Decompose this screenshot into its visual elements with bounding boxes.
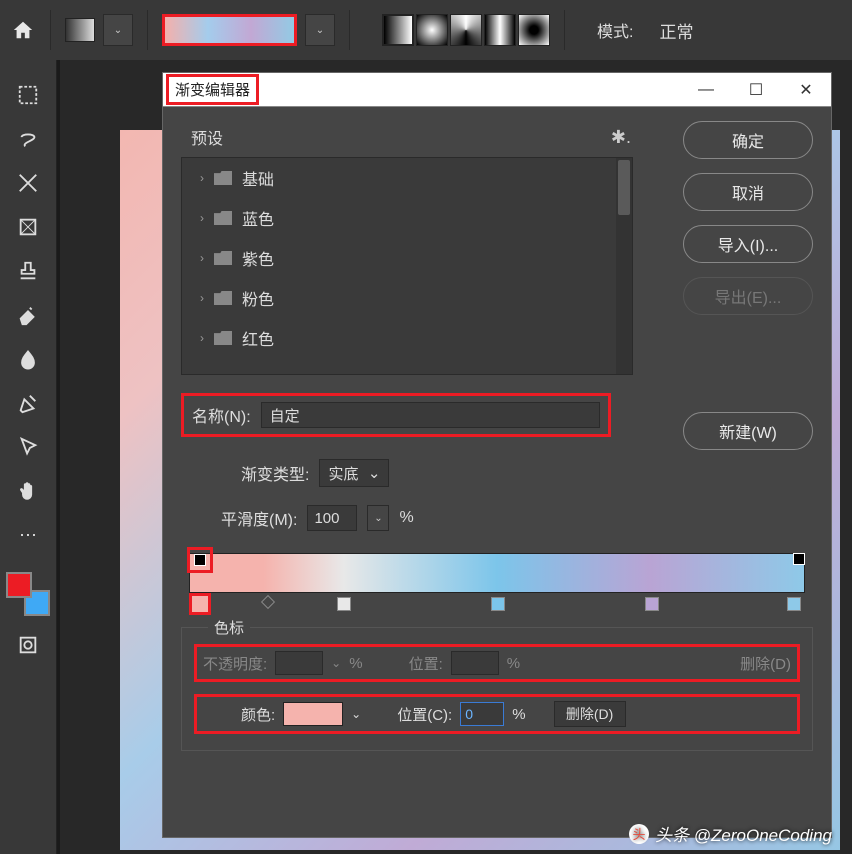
foreground-color-chip[interactable]: [6, 572, 32, 598]
mode-value[interactable]: 正常: [659, 18, 693, 43]
import-button[interactable]: 导入(I)...: [683, 225, 813, 263]
color-stop[interactable]: [787, 597, 801, 611]
watermark-icon: 头: [629, 824, 649, 844]
gradient-type-select[interactable]: 实底⌄: [319, 459, 389, 487]
pen-tool-icon[interactable]: [10, 388, 46, 418]
opacity-label: 不透明度:: [203, 653, 267, 674]
color-chips[interactable]: [6, 572, 50, 616]
folder-icon: [214, 171, 232, 185]
presets-label: 预设: [191, 125, 223, 149]
chevron-right-icon: ›: [200, 251, 204, 265]
chevron-down-icon: ⌄: [368, 464, 381, 482]
opacity-pos-input: [451, 651, 499, 675]
ok-button[interactable]: 确定: [683, 121, 813, 159]
gear-icon[interactable]: ✱.: [611, 127, 631, 148]
color-stop[interactable]: [337, 597, 351, 611]
watermark: 头 头条 @ZeroOneCoding: [629, 821, 832, 846]
opacity-pos-label: 位置:: [409, 653, 443, 674]
color-stop[interactable]: [645, 597, 659, 611]
folder-icon: [214, 251, 232, 265]
swatch-dropdown[interactable]: ⌄: [103, 14, 133, 46]
opacity-stop-row: 不透明度: ⌄ % 位置: % 删除(D): [194, 644, 800, 682]
tools-panel: ⋯: [0, 60, 57, 854]
preset-folder[interactable]: ›粉色: [182, 278, 632, 318]
crop-tool-icon[interactable]: [10, 168, 46, 198]
opacity-stop[interactable]: [187, 547, 213, 573]
color-delete-button[interactable]: 删除(D): [554, 701, 626, 727]
preset-folder[interactable]: ›蓝色: [182, 198, 632, 238]
smoothness-dropdown[interactable]: ⌄: [367, 505, 389, 531]
smoothness-unit: %: [399, 509, 413, 527]
folder-icon: [214, 331, 232, 345]
color-stop-row: 颜色: ⌄ 位置(C): % 删除(D): [194, 694, 800, 734]
gradient-editor-dialog: 渐变编辑器 ― ☐ ✕ 预设 ✱. ›基础 ›蓝色 ›紫色 ›粉色 ›红色 确定…: [162, 72, 832, 838]
home-icon[interactable]: [10, 19, 36, 41]
export-button[interactable]: 导出(E)...: [683, 277, 813, 315]
midpoint-marker[interactable]: [261, 595, 275, 609]
opacity-stop[interactable]: [791, 551, 807, 567]
blur-tool-icon[interactable]: [10, 344, 46, 374]
maximize-button[interactable]: ☐: [731, 73, 781, 107]
preset-list[interactable]: ›基础 ›蓝色 ›紫色 ›粉色 ›红色: [181, 157, 633, 375]
gradient-type-icons: [382, 14, 550, 46]
gradient-type-label: 渐变类型:: [241, 461, 309, 485]
eraser-tool-icon[interactable]: [10, 300, 46, 330]
lasso-tool-icon[interactable]: [10, 124, 46, 154]
marquee-tool-icon[interactable]: [10, 80, 46, 110]
color-well[interactable]: [283, 702, 343, 726]
chevron-right-icon: ›: [200, 291, 204, 305]
close-button[interactable]: ✕: [781, 73, 831, 107]
angle-gradient-icon[interactable]: [450, 14, 482, 46]
gradient-editor-bar[interactable]: [181, 553, 813, 617]
name-label: 名称(N):: [192, 403, 251, 427]
opacity-input: [275, 651, 323, 675]
chevron-right-icon: ›: [200, 171, 204, 185]
more-tools-icon[interactable]: ⋯: [10, 520, 46, 550]
chevron-right-icon: ›: [200, 331, 204, 345]
folder-icon: [214, 291, 232, 305]
preset-folder[interactable]: ›红色: [182, 318, 632, 358]
preset-folder[interactable]: ›基础: [182, 158, 632, 198]
frame-tool-icon[interactable]: [10, 212, 46, 242]
minimize-button[interactable]: ―: [681, 73, 731, 107]
mode-label: 模式:: [597, 18, 633, 42]
gradient-bar[interactable]: [189, 553, 805, 593]
top-options-bar: ⌄ ⌄ 模式: 正常: [0, 0, 852, 60]
chevron-right-icon: ›: [200, 211, 204, 225]
name-row: 名称(N):: [181, 393, 611, 437]
radial-gradient-icon[interactable]: [416, 14, 448, 46]
preset-folder[interactable]: ›紫色: [182, 238, 632, 278]
color-stop[interactable]: [491, 597, 505, 611]
path-select-tool-icon[interactable]: [10, 432, 46, 462]
folder-icon: [214, 211, 232, 225]
smoothness-label: 平滑度(M):: [221, 506, 297, 530]
chevron-down-icon: ⌄: [331, 656, 341, 670]
new-button[interactable]: 新建(W): [683, 412, 813, 450]
dialog-title: 渐变编辑器: [166, 74, 259, 105]
color-pos-input[interactable]: [460, 702, 504, 726]
cancel-button[interactable]: 取消: [683, 173, 813, 211]
linear-gradient-icon[interactable]: [382, 14, 414, 46]
opacity-delete-button: 删除(D): [740, 653, 791, 674]
gradient-dropdown[interactable]: ⌄: [305, 14, 335, 46]
hand-tool-icon[interactable]: [10, 476, 46, 506]
name-input[interactable]: [261, 402, 600, 428]
reflected-gradient-icon[interactable]: [484, 14, 516, 46]
chevron-down-icon[interactable]: ⌄: [351, 707, 361, 721]
stops-section: 色标 不透明度: ⌄ % 位置: % 删除(D) 颜色: ⌄ 位置(C):: [181, 627, 813, 751]
color-label: 颜色:: [241, 704, 275, 725]
gradient-swatch-icon[interactable]: [65, 18, 95, 42]
gradient-preview[interactable]: [162, 14, 297, 46]
color-pos-label: 位置(C):: [397, 704, 452, 725]
color-stop[interactable]: [189, 593, 211, 615]
dialog-titlebar[interactable]: 渐变编辑器 ― ☐ ✕: [163, 73, 831, 107]
stops-title: 色标: [208, 617, 250, 638]
diamond-gradient-icon[interactable]: [518, 14, 550, 46]
stamp-tool-icon[interactable]: [10, 256, 46, 286]
preset-scrollbar[interactable]: [616, 158, 632, 374]
smoothness-input[interactable]: [307, 505, 357, 531]
quickmask-icon[interactable]: [10, 630, 46, 660]
